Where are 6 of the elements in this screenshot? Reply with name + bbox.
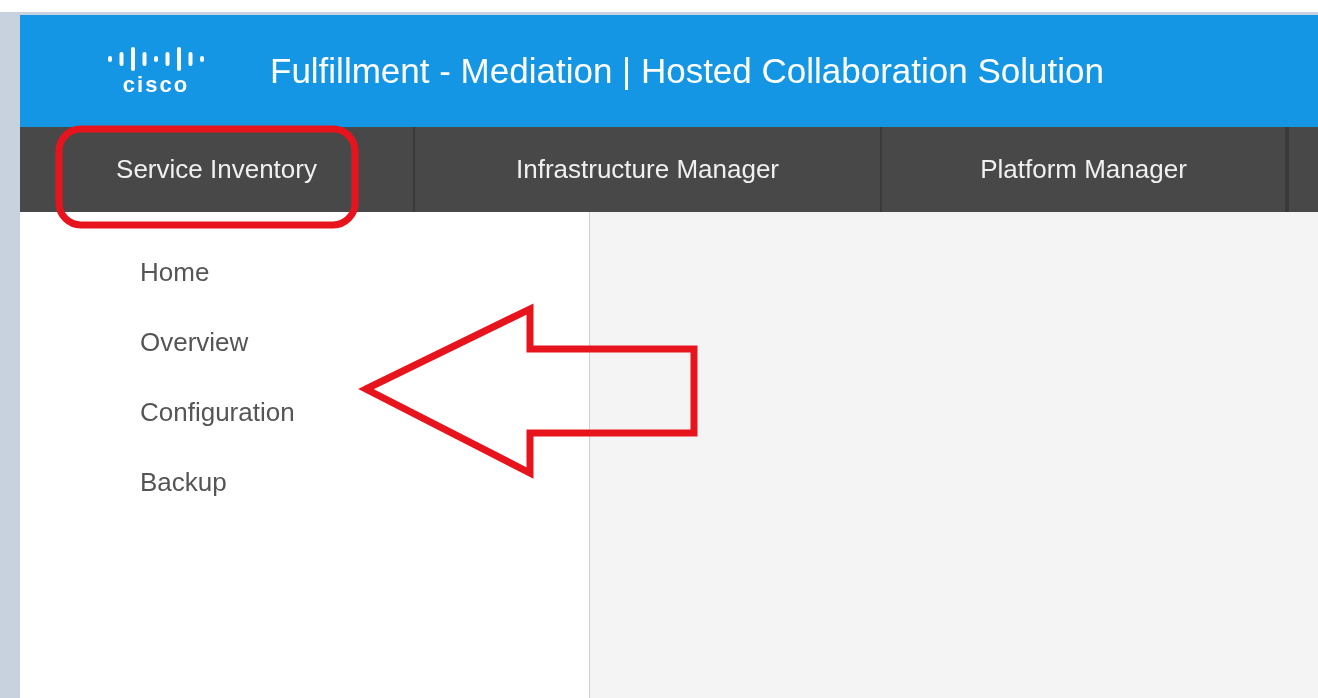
app-title: Fulfillment - Mediation | Hosted Collaboration Solution	[270, 49, 1104, 92]
logo-text: cisco	[122, 73, 190, 97]
sidebar-item[interactable]: Configuration	[140, 394, 295, 430]
sidebar-item[interactable]: Backup	[140, 464, 227, 500]
sidebar-item[interactable]: Home	[140, 254, 210, 290]
sidebar-item[interactable]: Overview	[140, 324, 249, 360]
